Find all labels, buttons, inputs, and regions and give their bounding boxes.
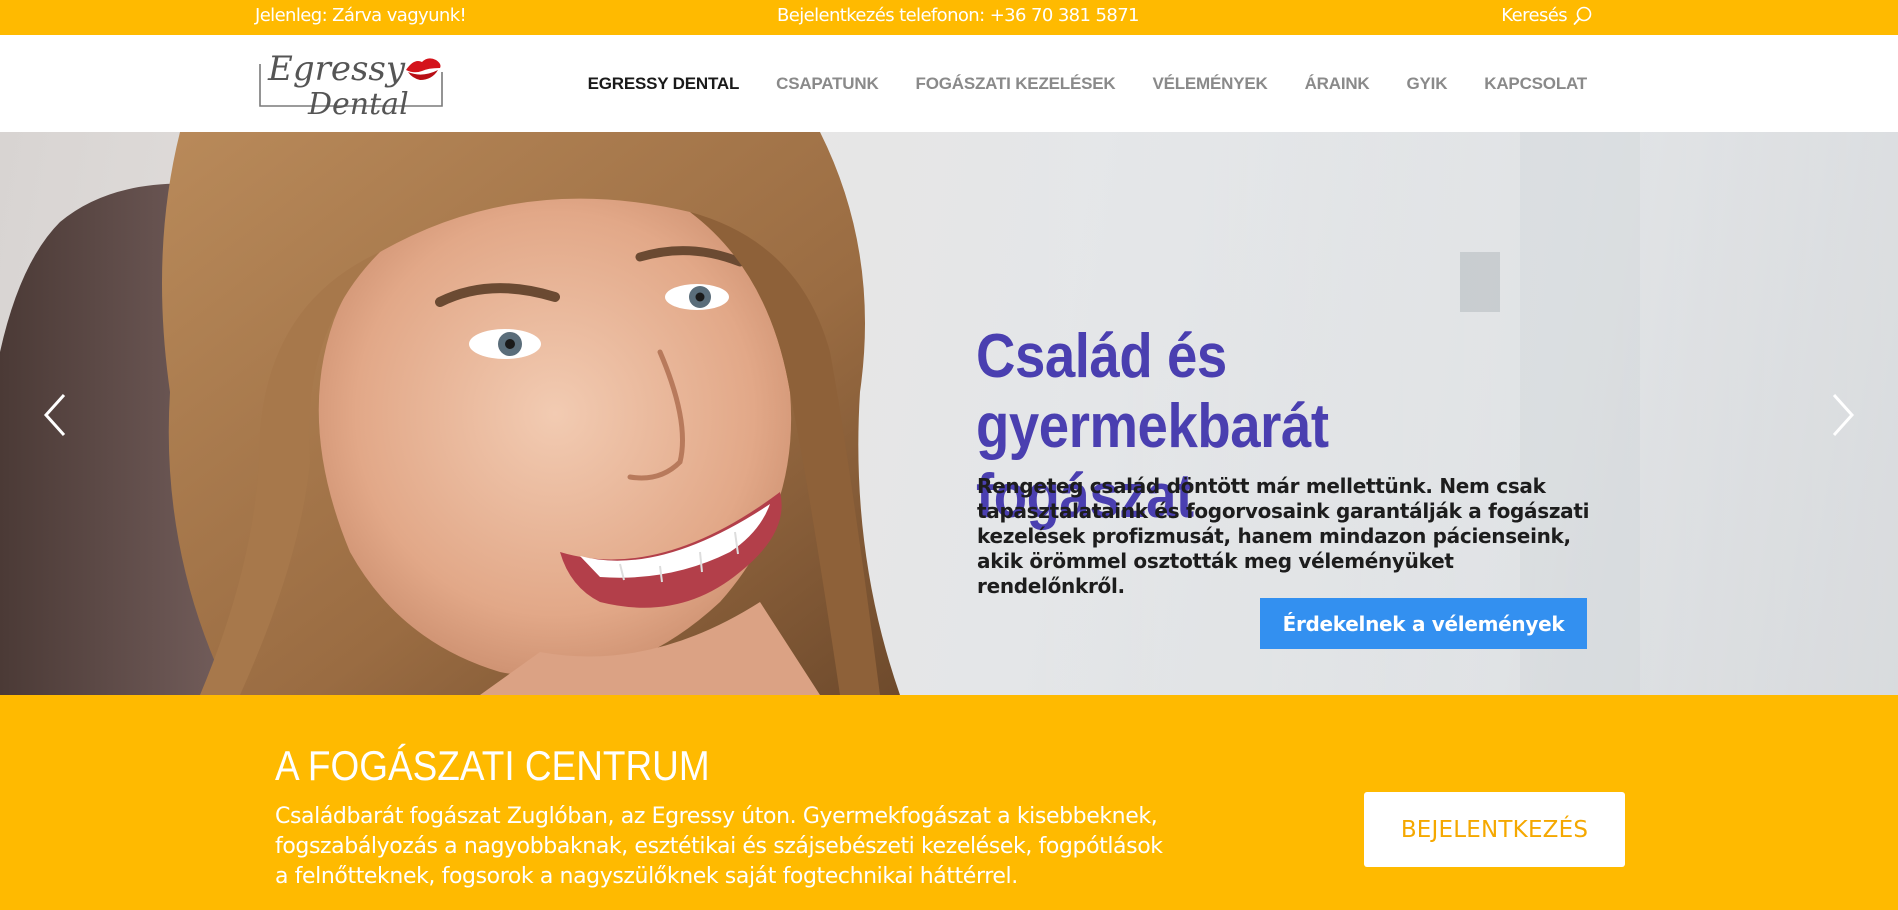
booking-button[interactable]: BEJELENTKEZÉS	[1364, 792, 1625, 867]
egressy-dental-logo[interactable]: Egressy Dental	[256, 44, 448, 122]
logo-text-egressy: Egressy	[267, 49, 406, 89]
band-text: Családbarát fogászat Zuglóban, az Egress…	[275, 804, 1163, 889]
search-icon	[1573, 6, 1592, 25]
nav-item-fogaszati-kezelesek[interactable]: FOGÁSZATI KEZELÉSEK	[916, 74, 1116, 94]
nav-item-araink[interactable]: ÁRAINK	[1305, 74, 1370, 94]
nav-item-gyik[interactable]: GYIK	[1407, 74, 1448, 94]
band-heading: A FOGÁSZATI CENTRUM	[275, 742, 710, 789]
hero-description: Rengeteg család döntött már mellettünk. …	[977, 474, 1590, 598]
nav-item-kapcsolat[interactable]: KAPCSOLAT	[1484, 74, 1587, 94]
lips-icon	[406, 58, 441, 80]
slider-prev-arrow-icon[interactable]	[36, 390, 76, 440]
reviews-cta-button[interactable]: Érdekelnek a vélemények	[1260, 598, 1587, 649]
phone-booking[interactable]: Bejelentkezés telefonon: +36 70 381 5871	[777, 5, 1140, 26]
search-link[interactable]: Keresés	[1501, 5, 1593, 26]
hero-photo-smiling-woman	[0, 132, 1898, 695]
nav-item-csapatunk[interactable]: CSAPATUNK	[776, 74, 879, 94]
top-bar: Jelenleg: Zárva vagyunk! Bejelentkezés t…	[0, 0, 1898, 35]
search-label: Keresés	[1501, 5, 1567, 26]
site-header: Egressy Dental EGRESSY DENTAL CSAPATUNK …	[0, 35, 1898, 132]
dental-centre-band: A FOGÁSZATI CENTRUM Családbarát fogászat…	[0, 695, 1898, 910]
logo-text-dental: Dental	[307, 87, 409, 122]
nav-item-velemenyek[interactable]: VÉLEMÉNYEK	[1152, 74, 1267, 94]
hero-slider: Család és gyermekbarát fogászat Rengeteg…	[0, 132, 1898, 695]
opening-status: Jelenleg: Zárva vagyunk!	[255, 5, 467, 26]
nav-item-egressy-dental[interactable]: EGRESSY DENTAL	[588, 74, 740, 94]
slider-next-arrow-icon[interactable]	[1822, 390, 1862, 440]
main-nav: EGRESSY DENTAL CSAPATUNK FOGÁSZATI KEZEL…	[551, 35, 1588, 132]
